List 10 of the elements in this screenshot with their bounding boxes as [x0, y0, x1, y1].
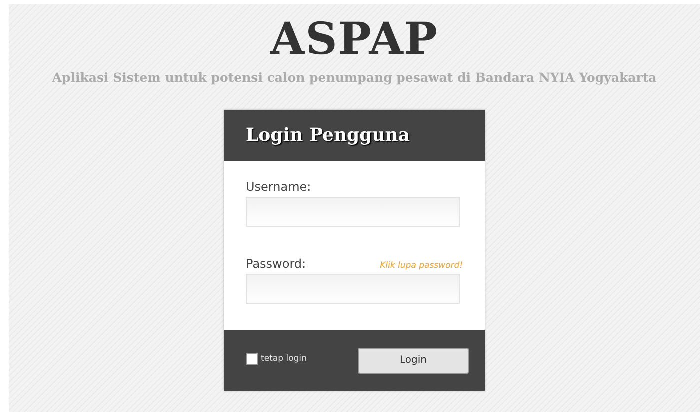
app-subtitle: Aplikasi Sistem untuk potensi calon penumpang pesawat di Bandara NYIA Yogyakarta [52, 70, 657, 85]
input-field[interactable] [246, 274, 460, 304]
card-title: Login Pengguna [246, 125, 410, 146]
field-label: Password: [246, 257, 306, 271]
input-field[interactable] [246, 197, 460, 227]
remember-checkbox[interactable] [246, 352, 258, 364]
remember-label: tetap login [261, 354, 307, 364]
login-button[interactable]: Login [358, 348, 469, 374]
field-label: Username: [246, 180, 312, 194]
app-title: ASPAP [270, 18, 439, 62]
